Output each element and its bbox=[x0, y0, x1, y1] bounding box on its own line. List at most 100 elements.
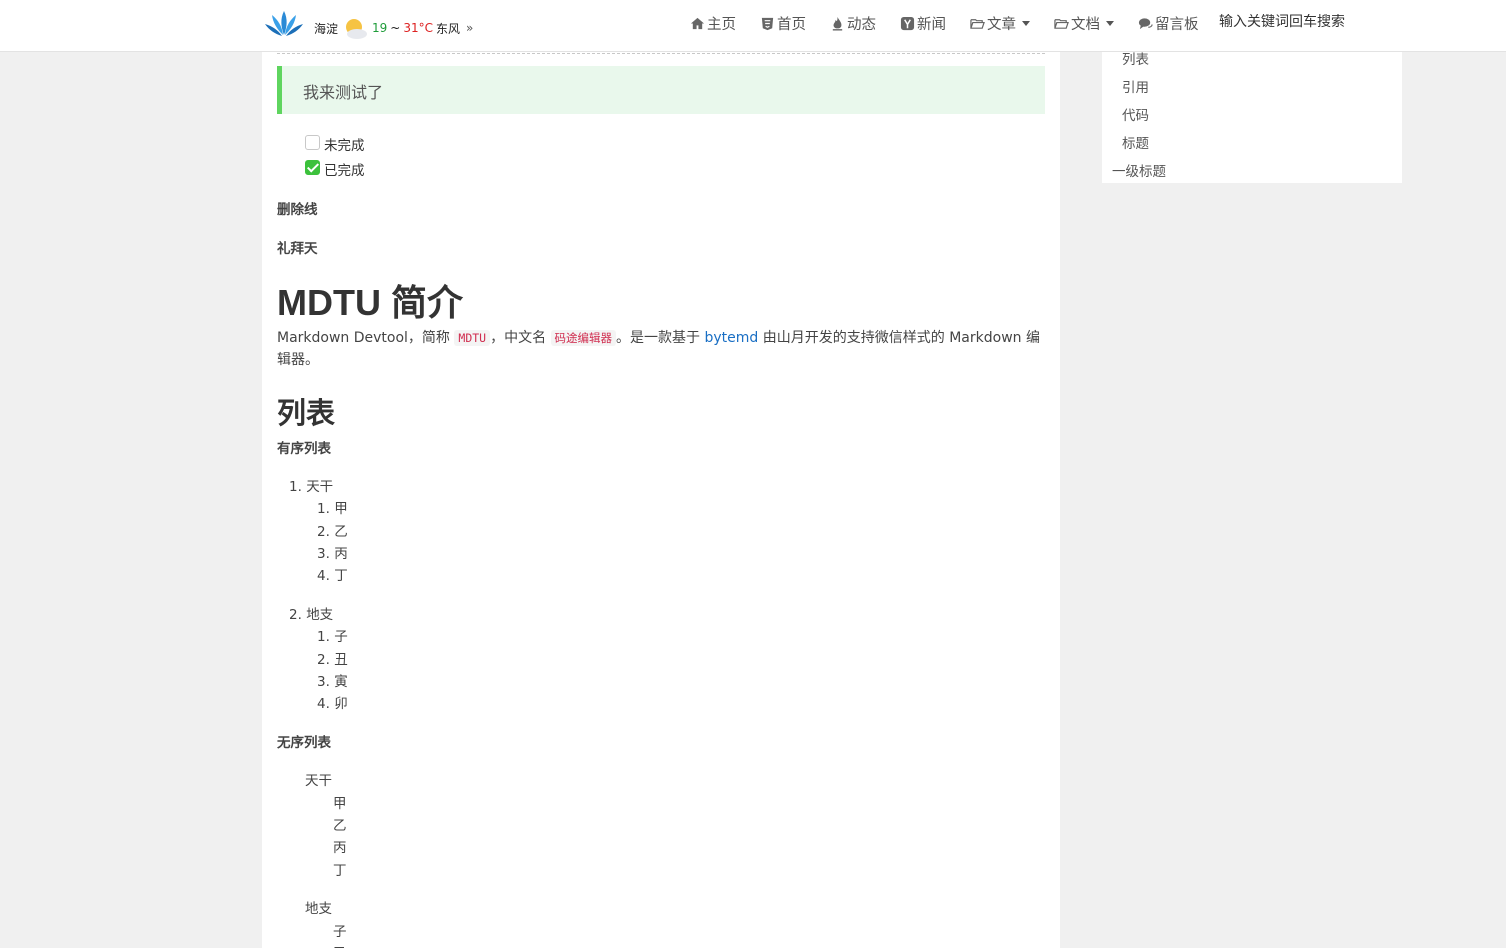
list-item: 2. 丑 bbox=[317, 648, 348, 668]
list-number: 4. bbox=[317, 568, 330, 584]
list-item: 1. 甲 bbox=[317, 497, 348, 517]
weather-more-icon[interactable]: » bbox=[466, 21, 473, 35]
main-nav: 主页 首页 动态 新闻 文章 文档 留言板 bbox=[690, 13, 1223, 34]
list-item: 4. 卯 bbox=[317, 692, 348, 712]
list-item: 1. 天干 bbox=[289, 475, 333, 495]
nav-label-docs: 文档 bbox=[1071, 17, 1100, 33]
css3-icon bbox=[761, 17, 774, 31]
list-text: 丁 bbox=[334, 568, 348, 584]
nav-label-guestbook: 留言板 bbox=[1155, 17, 1199, 33]
toc-item-code[interactable]: 代码 bbox=[1122, 104, 1149, 124]
list-item: 子 bbox=[333, 924, 347, 940]
heading-h1: MDTU 简介 bbox=[277, 282, 463, 323]
task-label: 已完成 bbox=[324, 163, 365, 179]
list-number: 2. bbox=[289, 607, 302, 623]
y-square-icon bbox=[900, 16, 915, 31]
fire-icon bbox=[832, 16, 843, 31]
list-number: 2. bbox=[317, 652, 330, 668]
list-number: 3. bbox=[317, 546, 330, 562]
task-label: 未完成 bbox=[324, 138, 365, 154]
nav-item-home[interactable]: 主页 bbox=[690, 13, 736, 34]
list-text: 丙 bbox=[334, 546, 348, 562]
chevron-down-icon bbox=[1022, 21, 1030, 26]
list-item: 乙 bbox=[333, 818, 347, 834]
nav-item-articles[interactable]: 文章 bbox=[970, 13, 1030, 34]
inline-code: 码途编辑器 bbox=[550, 330, 617, 346]
weather-high-temp: 31°C bbox=[403, 21, 434, 35]
list-text: 卯 bbox=[334, 696, 348, 712]
chevron-down-icon bbox=[1106, 21, 1114, 26]
list-text: 子 bbox=[334, 629, 348, 645]
unordered-list-label: 无序列表 bbox=[277, 735, 331, 751]
weather-widget[interactable]: 海淀 19 ~31°C 东风 » bbox=[314, 16, 473, 40]
folder-open-icon bbox=[1054, 19, 1069, 29]
bytemd-link[interactable]: bytemd bbox=[705, 330, 759, 346]
inline-code: MDTU bbox=[454, 330, 491, 346]
list-item: 天干 bbox=[305, 773, 332, 789]
nav-label-news: 新闻 bbox=[917, 17, 946, 33]
weather-temp-sep: ~ bbox=[390, 21, 401, 35]
list-text: 地支 bbox=[306, 607, 334, 623]
task-item-done: 已完成 bbox=[305, 159, 365, 179]
weather-low-temp: 19 bbox=[372, 21, 388, 35]
list-item: 3. 丙 bbox=[317, 542, 348, 562]
list-text: 甲 bbox=[334, 501, 348, 517]
nav-item-guestbook[interactable]: 留言板 bbox=[1138, 13, 1199, 34]
blockquote-text: 我来测试了 bbox=[303, 83, 384, 102]
list-item: 甲 bbox=[333, 796, 347, 812]
nav-item-news[interactable]: 新闻 bbox=[900, 13, 946, 34]
toc-item-h1[interactable]: 一级标题 bbox=[1112, 160, 1166, 180]
list-item: 丙 bbox=[333, 840, 347, 856]
list-text: 寅 bbox=[334, 674, 348, 690]
list-number: 1. bbox=[317, 629, 330, 645]
site-logo-icon[interactable] bbox=[264, 9, 304, 39]
nav-label-index: 首页 bbox=[777, 17, 806, 33]
list-text: 乙 bbox=[334, 524, 348, 540]
home-icon bbox=[690, 17, 705, 30]
list-number: 3. bbox=[317, 674, 330, 690]
task-checkbox[interactable] bbox=[305, 134, 320, 150]
intro-text: 。是一款基于 bbox=[616, 330, 701, 346]
list-number: 4. bbox=[317, 696, 330, 712]
ordered-list-label: 有序列表 bbox=[277, 441, 331, 457]
list-text: 天干 bbox=[306, 479, 334, 495]
folder-open-icon bbox=[970, 19, 985, 29]
sunny-cloud-icon bbox=[342, 16, 368, 40]
list-number: 1. bbox=[317, 501, 330, 517]
task-checkbox-checked[interactable] bbox=[305, 159, 320, 175]
list-item: 4. 丁 bbox=[317, 564, 348, 584]
toc-item-quote[interactable]: 引用 bbox=[1122, 76, 1149, 96]
comments-icon bbox=[1138, 18, 1153, 30]
nav-item-feed[interactable]: 动态 bbox=[830, 13, 876, 34]
task-item-todo: 未完成 bbox=[305, 134, 365, 154]
toc-item-heading[interactable]: 标题 bbox=[1122, 132, 1149, 152]
list-number: 1. bbox=[289, 479, 302, 495]
list-number: 2. bbox=[317, 524, 330, 540]
weather-city: 海淀 bbox=[314, 21, 339, 36]
list-item: 3. 寅 bbox=[317, 670, 348, 690]
divider bbox=[277, 53, 1045, 54]
heading-h2-list: 列表 bbox=[277, 396, 336, 430]
list-item: 丁 bbox=[333, 863, 347, 879]
nav-item-docs[interactable]: 文档 bbox=[1054, 13, 1114, 34]
list-item: 丑 bbox=[333, 942, 347, 948]
strikethrough-label: 删除线 bbox=[277, 202, 318, 218]
weather-wind: 东风 bbox=[436, 21, 461, 36]
intro-paragraph: Markdown Devtool，简称 MDTU ，中文名 码途编辑器 。是一款基于… bbox=[277, 327, 1042, 371]
nav-label-home: 主页 bbox=[707, 17, 736, 33]
list-item: 1. 子 bbox=[317, 625, 348, 645]
sabbath-label: 礼拜天 bbox=[277, 241, 318, 257]
intro-text: ，中文名 bbox=[490, 330, 547, 346]
nav-label-articles: 文章 bbox=[987, 17, 1016, 33]
intro-text: Markdown Devtool，简称 bbox=[277, 330, 450, 346]
list-item: 地支 bbox=[305, 901, 332, 917]
list-item: 2. 乙 bbox=[317, 520, 348, 540]
list-item: 2. 地支 bbox=[289, 603, 333, 623]
nav-label-feed: 动态 bbox=[847, 17, 876, 33]
search-input[interactable] bbox=[1219, 14, 1389, 30]
article-card bbox=[262, 0, 1060, 948]
nav-item-index[interactable]: 首页 bbox=[760, 13, 806, 34]
list-text: 丑 bbox=[334, 652, 348, 668]
top-navbar: 海淀 19 ~31°C 东风 » 主页 首页 动态 新闻 文章 文档 留言板 输… bbox=[0, 0, 1506, 52]
blockquote: 我来测试了 bbox=[277, 66, 1045, 114]
